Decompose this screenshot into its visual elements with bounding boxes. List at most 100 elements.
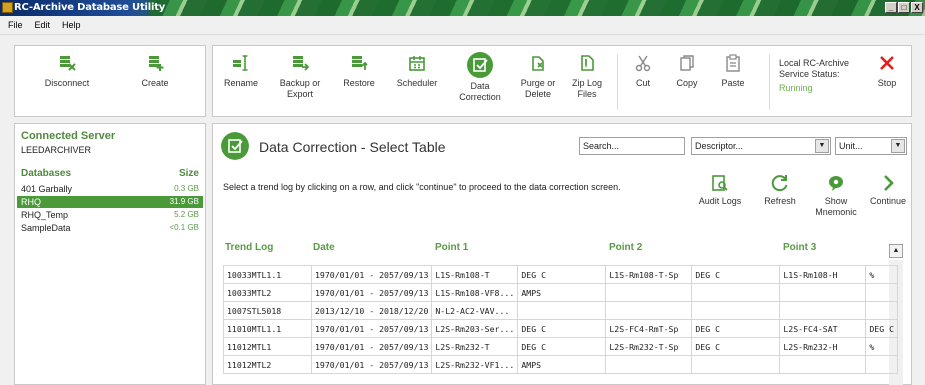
toolbar-divider bbox=[617, 54, 618, 110]
menu-help[interactable]: Help bbox=[62, 20, 81, 30]
table-cell: DEG C bbox=[517, 337, 607, 356]
table-cell bbox=[517, 301, 607, 320]
database-size: 31.9 GB bbox=[169, 197, 199, 206]
table-cell bbox=[865, 301, 899, 320]
disconnect-button[interactable]: Disconnect bbox=[35, 54, 99, 89]
continue-button[interactable]: Continue bbox=[865, 174, 911, 207]
table-cell bbox=[691, 355, 781, 374]
column-header-point1[interactable]: Point 1 bbox=[435, 242, 468, 253]
data-correction-panel: Data Correction - Select Table Search...… bbox=[212, 123, 912, 385]
table-row[interactable]: 11012MTL1 1970/01/01 - 2057/09/13 L2S-Rm23… bbox=[223, 337, 899, 356]
database-size: <0.1 GB bbox=[169, 223, 199, 232]
paste-button[interactable]: Paste bbox=[713, 54, 753, 89]
databases-heading: Databases bbox=[21, 168, 72, 179]
restore-icon bbox=[352, 56, 368, 70]
stop-x-icon bbox=[880, 56, 894, 70]
table-row[interactable]: 11010MTL1.1 1970/01/01 - 2057/09/13 L2S-Rm… bbox=[223, 319, 899, 338]
backup-label-1: Backup or bbox=[279, 78, 321, 88]
purge-label-1: Purge or bbox=[520, 78, 556, 88]
connection-tools-panel: Disconnect Create bbox=[14, 45, 206, 117]
audit-log-icon bbox=[712, 175, 728, 191]
table-cell bbox=[865, 355, 899, 374]
unit-value: Unit... bbox=[839, 141, 863, 151]
connected-server-name: LEEDARCHIVER bbox=[21, 145, 92, 155]
chevron-down-icon[interactable]: ▼ bbox=[815, 139, 829, 153]
table-cell: 1007STL5018 bbox=[223, 301, 312, 320]
close-window-button[interactable]: X bbox=[911, 2, 923, 13]
continue-label: Continue bbox=[869, 196, 907, 206]
restore-button[interactable]: Restore bbox=[337, 54, 381, 89]
table-row[interactable]: 11012MTL2 1970/01/01 - 2057/09/13 L2S-Rm23… bbox=[223, 355, 899, 374]
calendar-icon bbox=[409, 56, 425, 71]
database-panel: Connected Server LEEDARCHIVER Databases … bbox=[14, 123, 206, 385]
chevron-down-icon[interactable]: ▼ bbox=[891, 139, 905, 153]
page-title: Data Correction - Select Table bbox=[259, 139, 446, 155]
table-cell: DEG C bbox=[517, 319, 607, 338]
table-cell bbox=[605, 283, 693, 302]
database-item-selected[interactable]: RHQ 31.9 GB bbox=[17, 196, 203, 208]
create-button[interactable]: Create bbox=[123, 54, 187, 89]
table-row[interactable]: 1007STL5018 2013/12/10 - 2018/12/20 N-L2-A… bbox=[223, 301, 899, 320]
rename-label: Rename bbox=[223, 78, 259, 88]
table-row[interactable]: 10033MTL2 1970/01/01 - 2057/09/13 L1S-Rm10… bbox=[223, 283, 899, 302]
minimize-button[interactable]: _ bbox=[885, 2, 897, 13]
rename-button[interactable]: Rename bbox=[219, 54, 263, 89]
menu-edit[interactable]: Edit bbox=[35, 20, 51, 30]
column-header-point3[interactable]: Point 3 bbox=[783, 242, 816, 253]
table-cell: 11010MTL1.1 bbox=[223, 319, 312, 338]
table-cell: DEG C bbox=[691, 337, 781, 356]
table-cell: L1S-Rm108-T-Sp bbox=[605, 265, 693, 284]
audit-logs-button[interactable]: Audit Logs bbox=[691, 174, 749, 207]
stop-button[interactable]: Stop bbox=[869, 54, 905, 89]
table-cell: DEG C bbox=[517, 265, 607, 284]
data-correction-icon bbox=[467, 52, 493, 78]
backup-export-button[interactable]: Backup or Export bbox=[275, 54, 325, 100]
purge-delete-button[interactable]: Purge or Delete bbox=[515, 54, 561, 100]
table-cell: L1S-Rm108-VF8... bbox=[431, 283, 519, 302]
descriptor-dropdown[interactable]: Descriptor... ▼ bbox=[691, 137, 831, 155]
column-header-trend-log[interactable]: Trend Log bbox=[225, 242, 273, 253]
table-cell: 10033MTL2 bbox=[223, 283, 312, 302]
table-cell: L2S-Rm232-T bbox=[431, 337, 519, 356]
table-cell: 10033MTL1.1 bbox=[223, 265, 312, 284]
menu-file[interactable]: File bbox=[8, 20, 23, 30]
cut-button[interactable]: Cut bbox=[625, 54, 661, 89]
database-item[interactable]: RHQ_Temp 5.2 GB bbox=[17, 209, 203, 221]
audit-logs-label: Audit Logs bbox=[698, 196, 742, 206]
table-row[interactable]: 10033MTL1.1 1970/01/01 - 2057/09/13 L1S-Rm… bbox=[223, 265, 899, 284]
copy-button[interactable]: Copy bbox=[669, 54, 705, 89]
speech-bubble-icon bbox=[829, 176, 843, 191]
purge-icon bbox=[532, 56, 544, 71]
database-size: 5.2 GB bbox=[174, 210, 199, 219]
scroll-up-icon[interactable]: ▲ bbox=[889, 244, 903, 258]
copy-label: Copy bbox=[676, 78, 698, 88]
table-cell: 1970/01/01 - 2057/09/13 bbox=[310, 337, 433, 356]
column-header-date[interactable]: Date bbox=[313, 242, 335, 253]
maximize-button[interactable]: □ bbox=[898, 2, 910, 13]
database-name: RHQ_Temp bbox=[21, 210, 69, 220]
search-input[interactable]: Search... bbox=[579, 137, 685, 155]
database-item[interactable]: SampleData <0.1 GB bbox=[17, 222, 203, 234]
database-size: 0.3 GB bbox=[174, 184, 199, 193]
table-cell: 11012MTL1 bbox=[223, 337, 312, 356]
refresh-button[interactable]: Refresh bbox=[759, 174, 801, 207]
data-correction-button[interactable]: Data Correction bbox=[451, 52, 509, 103]
restore-label: Restore bbox=[343, 78, 375, 88]
scheduler-button[interactable]: Scheduler bbox=[389, 54, 445, 89]
database-name: RHQ bbox=[21, 197, 41, 207]
purge-label-2: Delete bbox=[524, 89, 551, 99]
zip-file-icon bbox=[581, 55, 594, 71]
connected-server-heading: Connected Server bbox=[21, 130, 116, 142]
rename-icon bbox=[233, 55, 248, 71]
service-status-label-1: Local RC-Archive bbox=[779, 58, 850, 68]
unit-dropdown[interactable]: Unit... ▼ bbox=[835, 137, 907, 155]
table-cell bbox=[779, 355, 867, 374]
database-item[interactable]: 401 Garbally 0.3 GB bbox=[17, 183, 203, 195]
zip-log-files-button[interactable]: Zip Log Files bbox=[565, 54, 609, 100]
menu-bar: File Edit Help bbox=[0, 16, 925, 35]
table-cell: L1S-Rm108-H bbox=[779, 265, 867, 284]
scheduler-label: Scheduler bbox=[396, 78, 438, 88]
show-mnemonic-button[interactable]: Show Mnemonic bbox=[811, 174, 861, 218]
column-header-point2[interactable]: Point 2 bbox=[609, 242, 642, 253]
cut-label: Cut bbox=[635, 78, 650, 88]
